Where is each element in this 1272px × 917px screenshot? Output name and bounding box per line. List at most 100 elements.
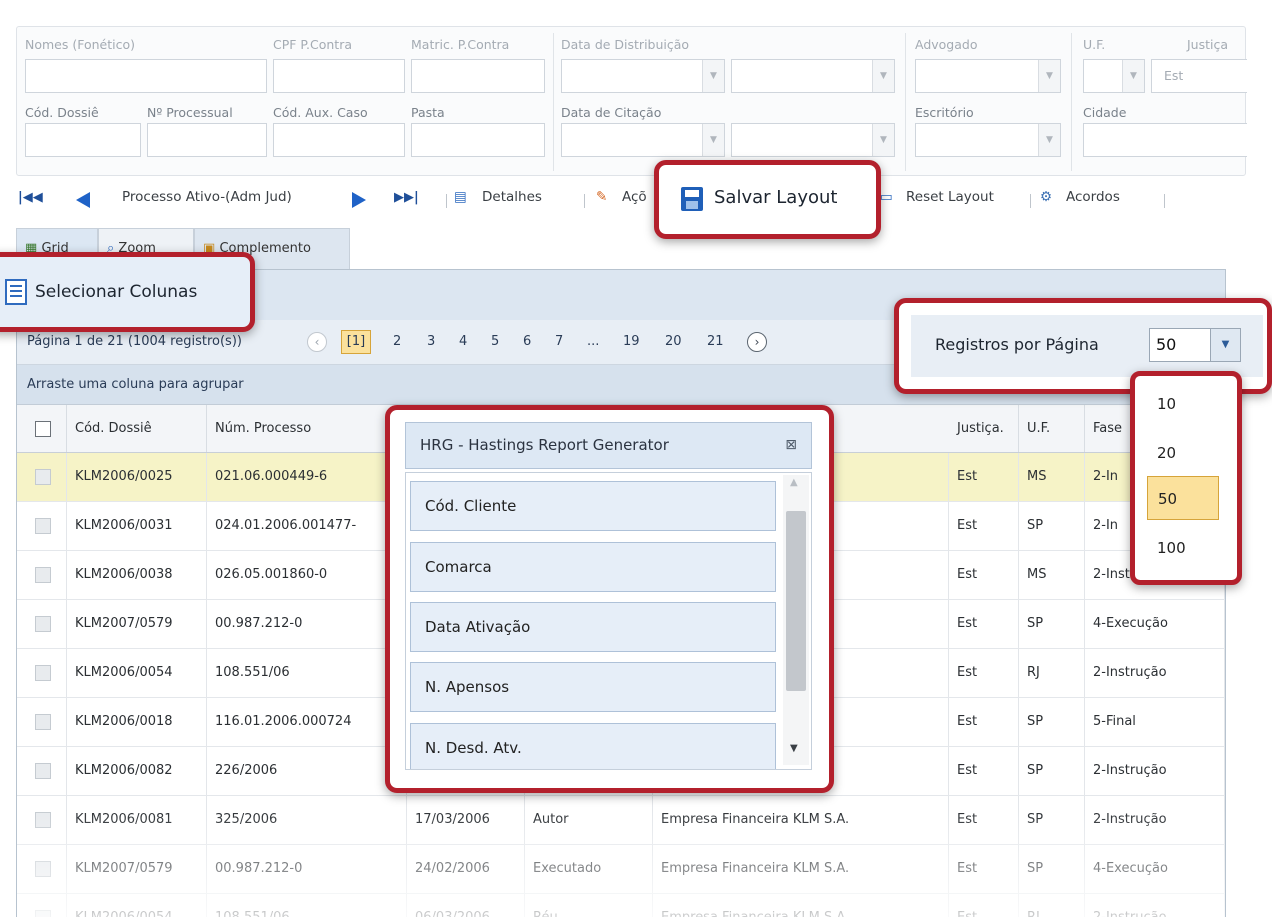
next-page-icon[interactable]: › [747,332,767,352]
option-100[interactable]: 100 [1147,526,1219,570]
cod-aux-input[interactable] [273,123,405,157]
detalhes-button[interactable]: Detalhes [482,189,542,205]
cell-num-processo: 108.551/06 [207,649,407,697]
page-link[interactable]: 19 [623,334,640,349]
cell-uf: MS [1019,551,1085,599]
page-link[interactable]: 5 [491,334,499,349]
row-checkbox[interactable] [35,616,51,632]
filter-panel: Nomes (Fonético) CPF P.Contra Matric. P.… [16,26,1247,176]
cell-justica: Est [949,698,1019,746]
chevron-down-icon[interactable]: ▼ [872,124,894,156]
option-20[interactable]: 20 [1147,431,1219,475]
justica-select[interactable]: Est [1151,59,1247,93]
page-link[interactable]: 20 [665,334,682,349]
hrg-item[interactable]: Cód. Cliente [410,481,776,531]
chevron-down-icon[interactable]: ▼ [1122,60,1144,92]
salvar-layout-button[interactable]: Salvar Layout [714,187,837,208]
page-link[interactable]: 2 [393,334,401,349]
toolbar-separator [446,194,447,208]
row-checkbox[interactable] [35,469,51,485]
previous-icon[interactable] [76,192,90,208]
label-matric: Matric. P.Contra [411,37,510,52]
chevron-down-icon[interactable]: ▼ [872,60,894,92]
row-checkbox-cell [17,453,67,501]
toolbar: |◀◀ Processo Ativo-(Adm Jud) ▶▶| ▤ Detal… [8,178,1258,222]
pager-summary: Página 1 de 21 (1004 registro(s)) [27,334,242,349]
col-justica[interactable]: Justiça. [949,405,1019,452]
cell-fase: 2-Instrução [1085,747,1225,795]
label-advogado: Advogado [915,37,978,52]
chevron-down-icon[interactable]: ▼ [1038,60,1060,92]
label-n-processual: Nº Processual [147,105,233,120]
pasta-input[interactable] [411,123,545,157]
cell-num-processo: 024.01.2006.001477- [207,502,407,550]
data-citacao-to[interactable]: ▼ [731,123,895,157]
data-distribuicao-from[interactable]: ▼ [561,59,725,93]
current-page[interactable]: [1] [341,330,371,354]
next-icon[interactable] [352,192,366,208]
first-record-icon[interactable]: |◀◀ [18,190,43,205]
hrg-item[interactable]: Comarca [410,542,776,592]
divider [553,33,554,171]
chevron-down-icon[interactable]: ▼ [702,124,724,156]
hrg-header: HRG - Hastings Report Generator ⊠ [405,422,812,469]
prev-page-icon[interactable]: ‹ [307,332,327,352]
scroll-down-icon[interactable]: ▼ [790,743,798,754]
col-uf[interactable]: U.F. [1019,405,1085,452]
select-all-checkbox[interactable] [35,421,51,437]
cell-num-processo: 021.06.000449-6 [207,453,407,501]
row-checkbox[interactable] [35,567,51,583]
close-icon[interactable]: ⊠ [785,423,797,468]
page-link[interactable]: 6 [523,334,531,349]
uf-select[interactable]: ▼ [1083,59,1145,93]
row-checkbox[interactable] [35,714,51,730]
matric-input[interactable] [411,59,545,93]
scrollbar-thumb[interactable] [786,511,806,691]
cell-uf: SP [1019,600,1085,648]
hrg-column-list: Cód. Cliente Comarca Data Ativação N. Ap… [405,472,812,770]
advogado-select[interactable]: ▼ [915,59,1061,93]
chevron-down-icon[interactable]: ▼ [1210,329,1240,361]
row-checkbox[interactable] [35,518,51,534]
cell-cod-dossie: KLM2006/0031 [67,502,207,550]
acoes-button[interactable]: Açõ [622,189,647,205]
hrg-item[interactable]: Data Ativação [410,602,776,652]
cpf-input[interactable] [273,59,405,93]
toolbar-separator [1164,194,1165,208]
registros-select[interactable]: 50 ▼ [1149,328,1241,362]
n-processual-input[interactable] [147,123,267,157]
scroll-up-icon[interactable]: ▲ [790,477,798,488]
col-cod-dossie[interactable]: Cód. Dossiê [67,405,207,452]
row-checkbox[interactable] [35,665,51,681]
cidade-input[interactable] [1083,123,1247,157]
cell-justica: Est [949,551,1019,599]
label-escritorio: Escritório [915,105,974,120]
row-checkbox[interactable] [35,763,51,779]
selecionar-colunas-button[interactable]: Selecionar Colunas [35,282,197,302]
group-hint-text: Arraste uma coluna para agrupar [27,377,244,392]
page-link[interactable]: 3 [427,334,435,349]
cell-num-processo: 00.987.212-0 [207,600,407,648]
page-link[interactable]: 7 [555,334,563,349]
hrg-item[interactable]: N. Apensos [410,662,776,712]
hrg-item[interactable]: N. Desd. Atv. [410,723,776,769]
nomes-input[interactable] [25,59,267,93]
page-link[interactable]: 4 [459,334,467,349]
last-record-icon[interactable]: ▶▶| [394,190,419,205]
page-link[interactable]: 21 [707,334,724,349]
acordos-button[interactable]: Acordos [1066,189,1120,205]
option-50[interactable]: 50 [1147,476,1219,520]
cod-dossie-input[interactable] [25,123,141,157]
chevron-down-icon[interactable]: ▼ [1038,124,1060,156]
divider [905,33,906,171]
row-checkbox-cell [17,551,67,599]
col-num-processo[interactable]: Núm. Processo [207,405,407,452]
reset-layout-button[interactable]: Reset Layout [906,189,994,205]
salvar-layout-callout: Salvar Layout [654,160,881,239]
data-distribuicao-to[interactable]: ▼ [731,59,895,93]
data-citacao-from[interactable]: ▼ [561,123,725,157]
hrg-scrollbar[interactable]: ▲ ▼ [783,475,809,765]
option-10[interactable]: 10 [1147,382,1219,426]
chevron-down-icon[interactable]: ▼ [702,60,724,92]
escritorio-select[interactable]: ▼ [915,123,1061,157]
